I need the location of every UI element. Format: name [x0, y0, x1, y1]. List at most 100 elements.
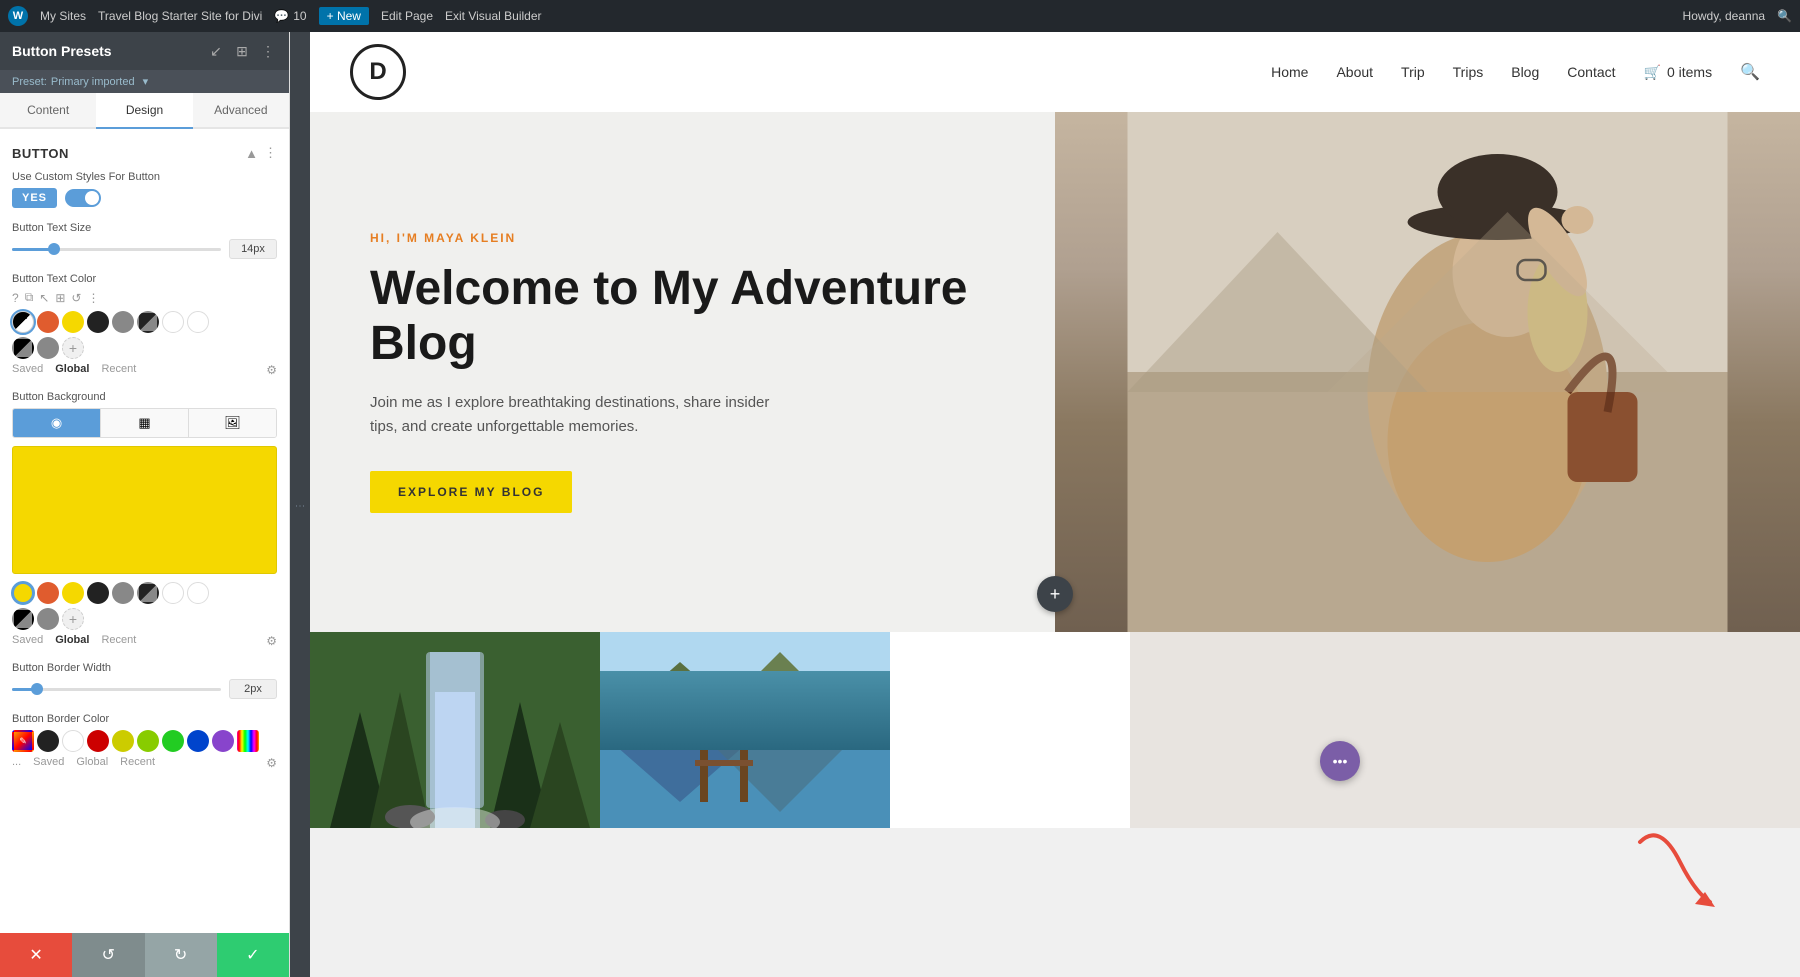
collapse-icon[interactable]: ↙ [207, 42, 225, 60]
bg-settings-icon[interactable]: ⚙ [266, 634, 277, 648]
bg-color-tab-saved[interactable]: Saved [12, 634, 43, 648]
border-width-slider-track[interactable] [12, 688, 221, 691]
bg-swatch-add[interactable]: + [62, 608, 84, 630]
add-section-button[interactable]: + [1037, 576, 1073, 612]
bg-tab-gradient[interactable]: ▦ [101, 409, 189, 437]
menu-trips[interactable]: Trips [1453, 64, 1484, 80]
wp-logo[interactable]: W [8, 6, 28, 26]
swatch-black[interactable] [87, 311, 109, 333]
site-search-icon[interactable]: 🔍 [1740, 62, 1760, 82]
more-options-floating-button[interactable]: ••• [1320, 741, 1360, 781]
admin-user[interactable]: Howdy, deanna [1683, 9, 1766, 23]
border-swatch-eyedropper[interactable]: ✎ [12, 730, 34, 752]
bg-swatch-yellow2[interactable] [62, 582, 84, 604]
admin-comments[interactable]: 💬 10 [274, 9, 306, 23]
section-collapse-icon[interactable]: ▲ [245, 146, 258, 161]
settings-icon[interactable]: ⚙ [266, 363, 277, 377]
help-icon[interactable]: ? [12, 291, 19, 305]
grid-icon[interactable]: ⊞ [233, 42, 251, 60]
color-tab-global[interactable]: Global [55, 363, 89, 377]
border-swatch-black[interactable] [37, 730, 59, 752]
border-swatch-blue[interactable] [187, 730, 209, 752]
site-logo[interactable]: D [350, 44, 406, 100]
swatch-white[interactable] [162, 311, 184, 333]
menu-blog[interactable]: Blog [1511, 64, 1539, 80]
admin-my-sites[interactable]: My Sites [40, 9, 86, 23]
swatch-half-black-gray[interactable] [12, 337, 34, 359]
bg-tab-image[interactable]: 🖼 [189, 409, 276, 437]
swatch-orange[interactable] [37, 311, 59, 333]
border-swatch-white[interactable] [62, 730, 84, 752]
color-tab-recent[interactable]: Recent [101, 363, 136, 377]
border-color-tab-recent[interactable]: Recent [120, 756, 155, 770]
more-options-icon[interactable]: ⋮ [259, 42, 277, 60]
cursor-icon[interactable]: ↖ [39, 291, 49, 305]
admin-site-name[interactable]: Travel Blog Starter Site for Divi [98, 9, 262, 23]
bg-swatch-gray[interactable] [112, 582, 134, 604]
border-color-tab-saved[interactable]: Saved [33, 756, 64, 770]
border-swatch-green[interactable] [162, 730, 184, 752]
copy-icon[interactable]: ⧉ [25, 290, 34, 305]
bg-swatch-half[interactable] [137, 582, 159, 604]
section-more-icon[interactable]: ⋮ [264, 145, 277, 161]
tab-content[interactable]: Content [0, 93, 96, 129]
menu-about[interactable]: About [1336, 64, 1373, 80]
border-swatch-yellow[interactable] [112, 730, 134, 752]
button-text-size-field: Button Text Size 14px [12, 222, 277, 259]
more-color-icon[interactable]: ⋮ [87, 291, 99, 305]
text-size-value[interactable]: 14px [229, 239, 277, 259]
bg-swatch-half2[interactable] [12, 608, 34, 630]
bg-swatch-white[interactable] [162, 582, 184, 604]
swatch-yellow[interactable] [62, 311, 84, 333]
menu-contact[interactable]: Contact [1567, 64, 1615, 80]
button-border-color-label: Button Border Color [12, 713, 277, 725]
bg-color-preview[interactable] [12, 446, 277, 574]
bg-swatch-black[interactable] [87, 582, 109, 604]
custom-styles-toggle-switch[interactable] [65, 189, 101, 207]
border-swatch-purple[interactable] [212, 730, 234, 752]
undo-color-icon[interactable]: ↺ [71, 291, 81, 305]
tab-design[interactable]: Design [96, 93, 192, 129]
lake-image [600, 632, 890, 828]
border-width-value[interactable]: 2px [229, 679, 277, 699]
cart-wrap[interactable]: 🛒 0 items [1644, 64, 1713, 81]
save-button[interactable]: ✓ [217, 933, 289, 977]
redo-button[interactable]: ↻ [145, 933, 217, 977]
admin-exit-builder[interactable]: Exit Visual Builder [445, 9, 542, 23]
admin-edit-page[interactable]: Edit Page [381, 9, 433, 23]
admin-new-button[interactable]: + New [319, 7, 369, 25]
bg-swatch-yellow[interactable] [12, 582, 34, 604]
text-color-swatches-row2: + [12, 337, 277, 359]
bg-swatch-transparent[interactable] [187, 582, 209, 604]
explore-btn[interactable]: EXPLORE MY BLOG [370, 471, 572, 513]
bg-color-tab-global[interactable]: Global [55, 634, 89, 648]
bg-swatch-orange[interactable] [37, 582, 59, 604]
swatch-add[interactable]: + [62, 337, 84, 359]
menu-home[interactable]: Home [1271, 64, 1308, 80]
border-color-tab-more[interactable]: ... [12, 756, 21, 770]
border-swatch-lime[interactable] [137, 730, 159, 752]
cancel-button[interactable]: ✕ [0, 933, 72, 977]
border-swatch-red[interactable] [87, 730, 109, 752]
swatch-transparent[interactable] [187, 311, 209, 333]
swatch-half-dark[interactable] [137, 311, 159, 333]
preset-bar[interactable]: Preset: Primary imported ▾ [0, 70, 289, 93]
bg-swatch-gray2[interactable] [37, 608, 59, 630]
swatch-gray2[interactable] [37, 337, 59, 359]
divi-handle[interactable]: ⋮ [290, 32, 310, 977]
undo-button[interactable]: ↺ [72, 933, 144, 977]
swatch-gray[interactable] [112, 311, 134, 333]
border-settings-icon[interactable]: ⚙ [266, 756, 277, 770]
admin-search[interactable]: 🔍 [1777, 9, 1792, 23]
bg-tab-solid[interactable]: ◉ [13, 409, 101, 437]
swatch-half-bw[interactable] [12, 311, 34, 333]
border-swatch-gradient[interactable] [237, 730, 259, 752]
custom-styles-yes-button[interactable]: YES [12, 188, 57, 208]
border-color-tab-global[interactable]: Global [76, 756, 108, 770]
bg-color-tab-recent[interactable]: Recent [101, 634, 136, 648]
menu-trip[interactable]: Trip [1401, 64, 1425, 80]
text-size-slider-track[interactable] [12, 248, 221, 251]
color-tab-saved[interactable]: Saved [12, 363, 43, 377]
align-icon[interactable]: ⊞ [55, 291, 65, 305]
tab-advanced[interactable]: Advanced [193, 93, 289, 129]
